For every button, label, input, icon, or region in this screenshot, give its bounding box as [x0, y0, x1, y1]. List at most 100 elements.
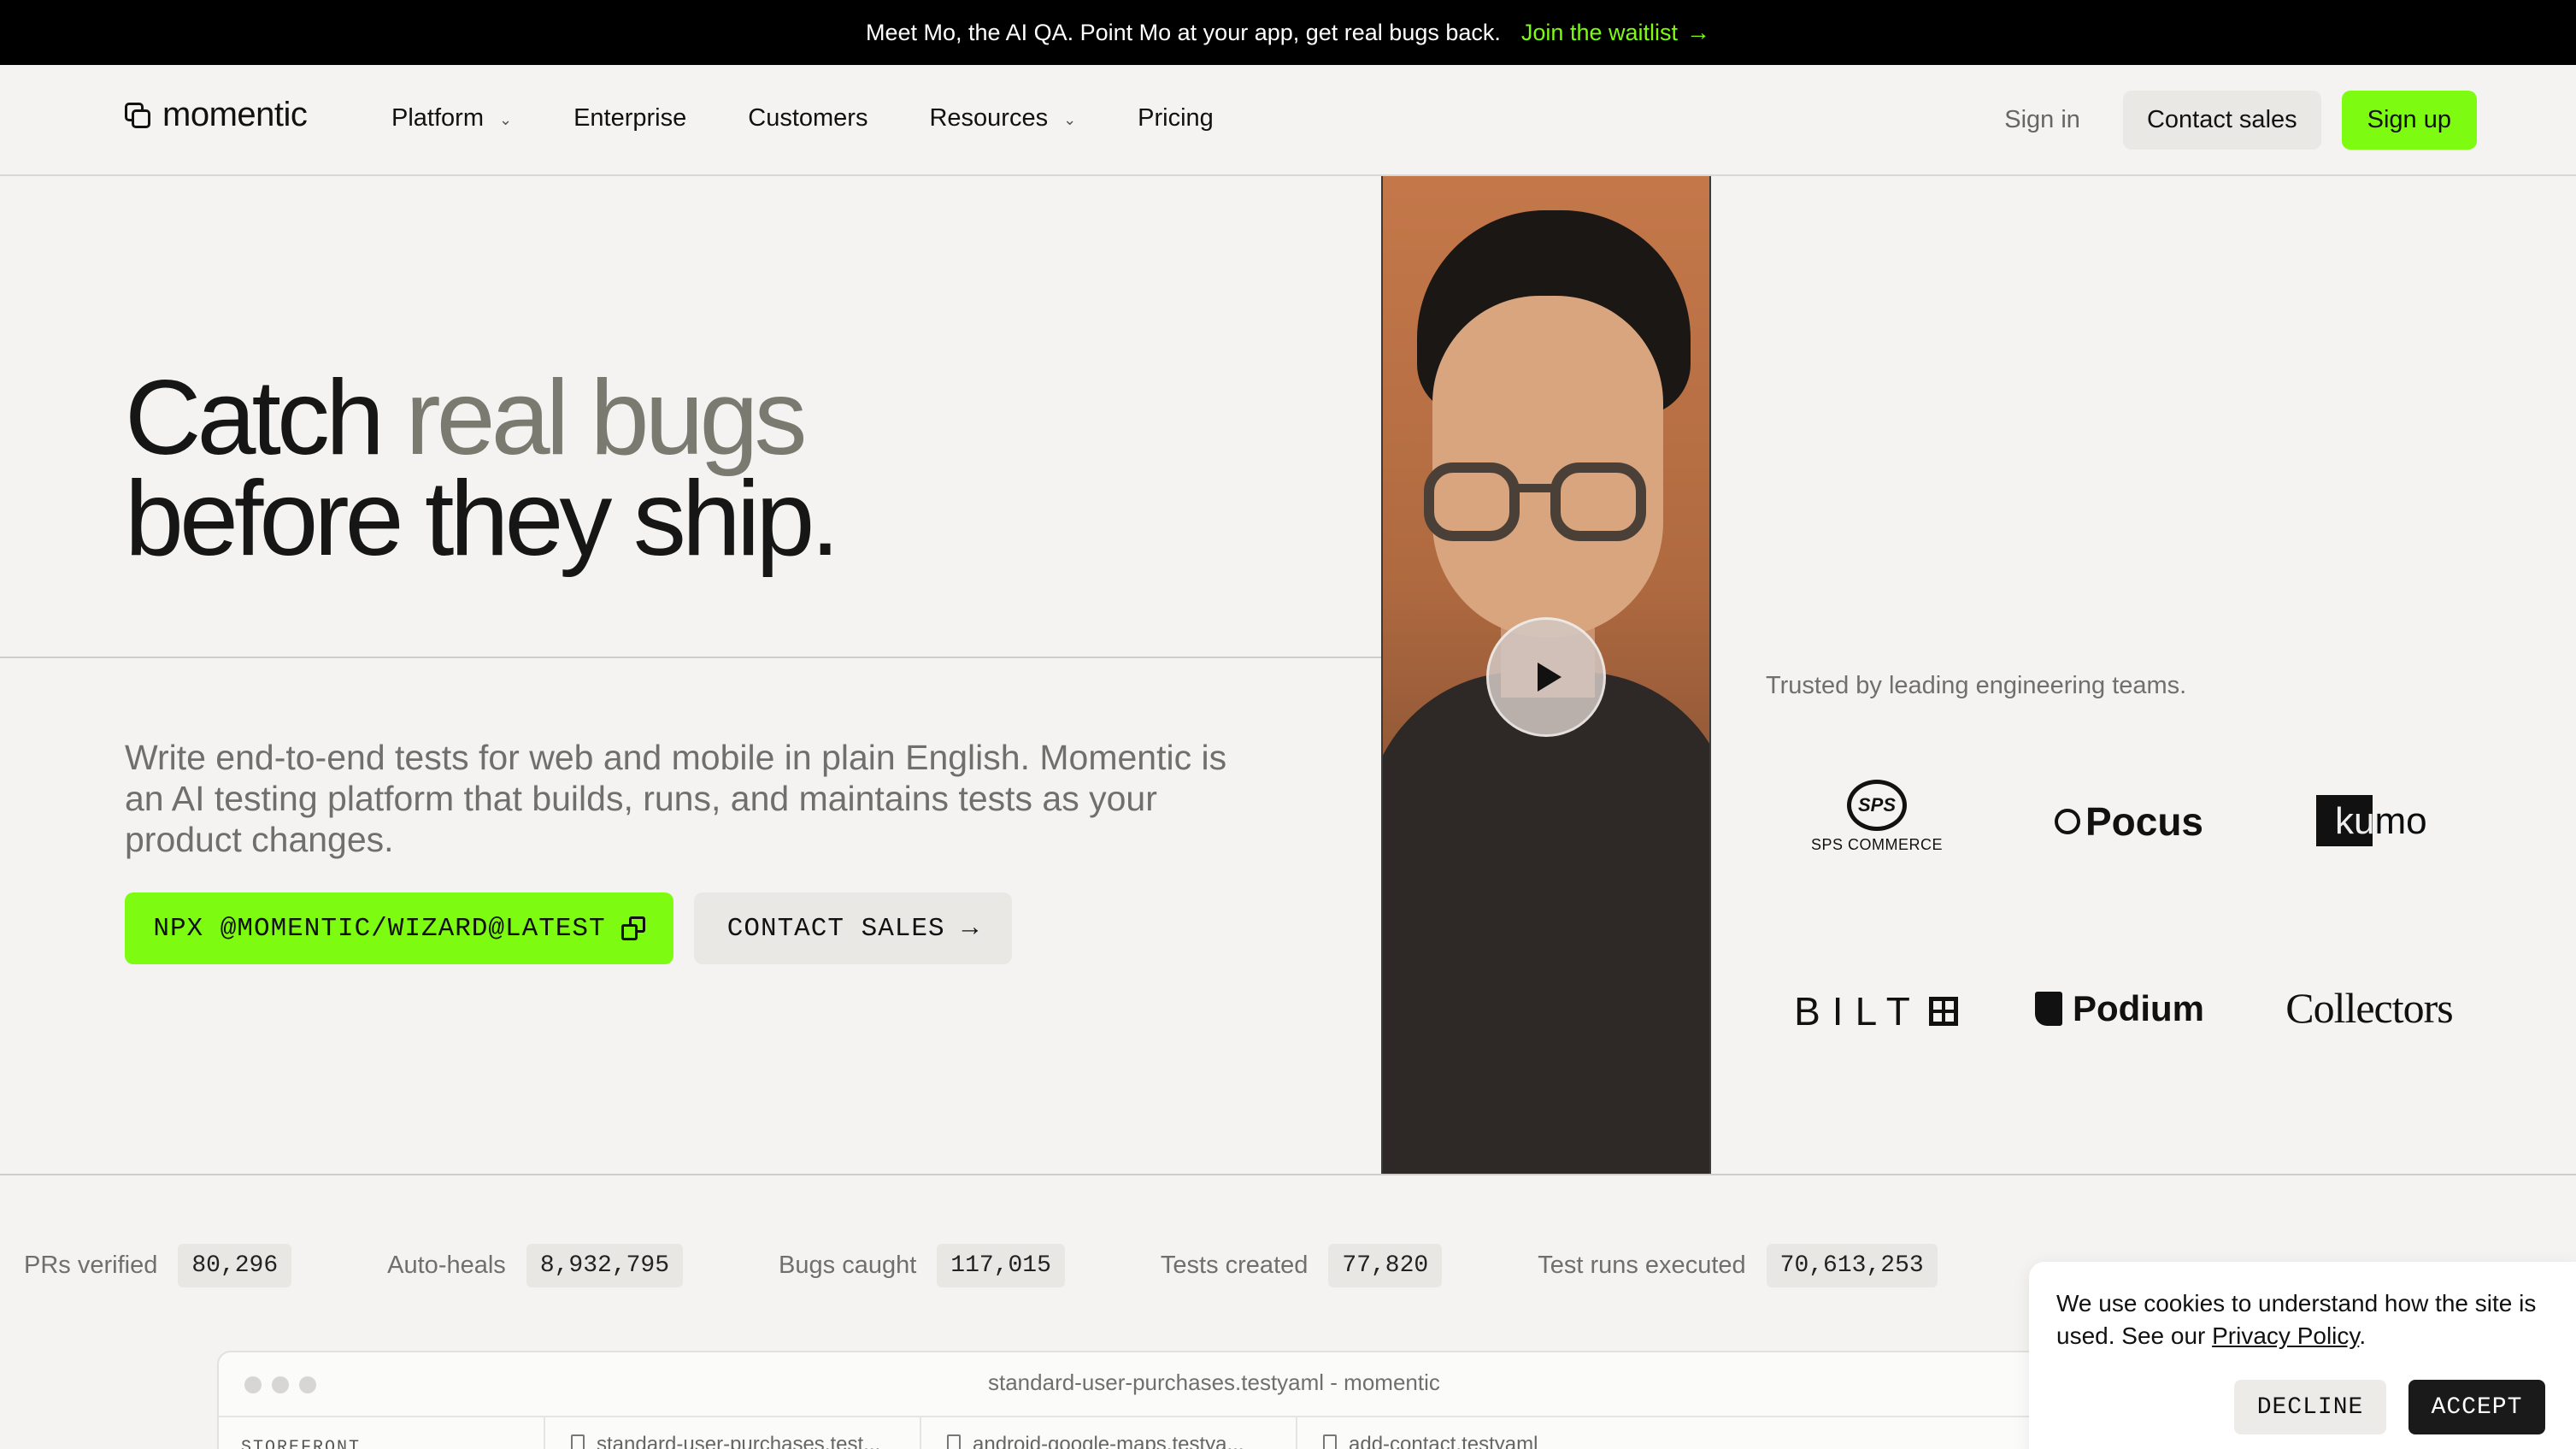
hero-video[interactable] — [1381, 176, 1711, 1175]
editor-title: standard-user-purchases.testyaml - momen… — [988, 1369, 1440, 1395]
cookie-banner: We use cookies to understand how the sit… — [2029, 1262, 2576, 1449]
editor-tab[interactable]: add-contact.testyaml — [1296, 1417, 1672, 1449]
editor-tab-label: android-google-maps.testya... — [973, 1433, 1244, 1449]
cookie-text: We use cookies to understand how the sit… — [2056, 1287, 2549, 1352]
pocus-logo-mark — [2054, 809, 2080, 834]
nav-item-label: Enterprise — [573, 104, 687, 132]
collectors-logo: Collectors — [2275, 983, 2463, 1033]
stat-test-runs-executed: Test runs executed 70,613,253 — [1538, 1244, 1938, 1287]
editor-tabs: standard-user-purchases.test... android-… — [544, 1417, 1672, 1449]
stat-value: 117,015 — [937, 1244, 1065, 1287]
npx-wizard-label: NPX @MOMENTIC/WIZARD@LATEST — [153, 913, 606, 944]
nav-item-label: Pricing — [1138, 104, 1214, 132]
bilt-logo-mark — [1928, 997, 1958, 1026]
privacy-policy-link[interactable]: Privacy Policy — [2212, 1322, 2359, 1349]
chevron-down-icon: ⌄ — [1063, 111, 1077, 128]
stat-bugs-caught: Bugs caught 117,015 — [779, 1244, 1065, 1287]
file-icon — [571, 1434, 585, 1449]
logo-text: momentic — [162, 96, 308, 133]
stat-value: 8,932,795 — [526, 1244, 684, 1287]
bilt-logo: BILT — [1786, 988, 1966, 1034]
nav-item-enterprise[interactable]: Enterprise — [573, 104, 686, 133]
editor-sidebar-label: STOREFRONT — [241, 1438, 362, 1449]
editor-tab-label: standard-user-purchases.test... — [597, 1433, 881, 1449]
sps-logo-text: SPS COMMERCE — [1810, 836, 1944, 853]
divider — [0, 657, 1381, 658]
divider — [0, 1174, 2576, 1175]
arrow-right-icon: → — [962, 913, 979, 944]
stat-label: PRs verified — [24, 1252, 158, 1279]
pocus-logo: Pocus — [2048, 798, 2210, 845]
stat-value: 70,613,253 — [1766, 1244, 1938, 1287]
join-waitlist-link[interactable]: Join the waitlist → — [1521, 19, 1710, 46]
editor-preview: standard-user-purchases.testyaml - momen… — [217, 1351, 2285, 1449]
accept-button[interactable]: ACCEPT — [2408, 1380, 2545, 1434]
hero-contact-sales-label: CONTACT SALES — [726, 913, 945, 944]
glasses-lens-left — [1424, 462, 1520, 541]
nav-item-pricing[interactable]: Pricing — [1138, 104, 1214, 133]
editor-tab-label: add-contact.testyaml — [1349, 1433, 1538, 1449]
stats-ticker: PRs verified 80,296 Auto-heals 8,932,795… — [24, 1244, 2033, 1287]
momentic-logo-icon — [125, 102, 150, 128]
nav-actions: Sign in Contact sales Sign up — [2004, 91, 2477, 150]
glasses-lens-right — [1550, 462, 1646, 541]
chevron-down-icon: ⌄ — [498, 111, 513, 128]
pocus-logo-text: Pocus — [2085, 799, 2204, 844]
editor-tab[interactable]: standard-user-purchases.test... — [544, 1417, 920, 1449]
play-button[interactable] — [1486, 617, 1606, 737]
cookie-period: . — [2359, 1322, 2367, 1349]
stat-label: Auto-heals — [387, 1252, 506, 1279]
collectors-logo-text: Collectors — [2285, 984, 2454, 1032]
kumo-logo: kumo — [2313, 793, 2427, 848]
editor-tab[interactable]: android-google-maps.testya... — [920, 1417, 1296, 1449]
video-person-shirt — [1383, 672, 1709, 1175]
sps-logo-mark: SPS — [1847, 780, 1907, 831]
glasses-bridge — [1518, 484, 1556, 492]
hero-title-line2: before they ship. — [125, 460, 840, 578]
stat-auto-heals: Auto-heals 8,932,795 — [387, 1244, 684, 1287]
stat-value: 80,296 — [178, 1244, 292, 1287]
announcement-text: Meet Mo, the AI QA. Point Mo at your app… — [866, 19, 1501, 45]
contact-sales-button[interactable]: Contact sales — [2122, 91, 2321, 150]
stat-prs-verified: PRs verified 80,296 — [24, 1244, 292, 1287]
decline-button[interactable]: DECLINE — [2234, 1380, 2386, 1434]
nav-item-label: Customers — [748, 104, 868, 132]
cookie-actions: DECLINE ACCEPT — [2234, 1380, 2545, 1434]
announcement-bar: Meet Mo, the AI QA. Point Mo at your app… — [0, 0, 2576, 65]
momentic-logo[interactable]: momentic — [125, 96, 308, 134]
hero-contact-sales-button[interactable]: CONTACT SALES → — [694, 892, 1012, 964]
play-icon — [1538, 663, 1561, 692]
nav-item-platform[interactable]: Platform ⌄ — [391, 104, 512, 133]
stat-label: Tests created — [1160, 1252, 1309, 1279]
stat-label: Bugs caught — [779, 1252, 917, 1279]
podium-logo: Podium — [2034, 988, 2205, 1029]
sign-in-link[interactable]: Sign in — [2004, 106, 2080, 134]
hero-subtitle: Write end-to-end tests for web and mobil… — [125, 738, 1227, 859]
stat-label: Test runs executed — [1538, 1252, 1746, 1279]
hero-title: Catch real bugs before they ship. — [125, 365, 840, 572]
sign-up-button[interactable]: Sign up — [2341, 91, 2477, 150]
copy-icon — [620, 916, 645, 940]
window-controls — [244, 1376, 316, 1393]
bilt-logo-text: BILT — [1794, 989, 1922, 1034]
kumo-logo-text: kumo — [2335, 800, 2427, 842]
podium-logo-mark — [2035, 992, 2062, 1026]
window-dot — [272, 1376, 289, 1393]
podium-logo-text: Podium — [2073, 988, 2204, 1028]
stat-value: 77,820 — [1328, 1244, 1443, 1287]
trusted-heading: Trusted by leading engineering teams. — [1766, 672, 2187, 699]
nav-item-customers[interactable]: Customers — [748, 104, 867, 133]
arrow-right-icon: → — [1686, 19, 1710, 45]
nav-item-resources[interactable]: Resources ⌄ — [929, 104, 1076, 133]
sps-commerce-logo: SPS SPS COMMERCE — [1805, 780, 1949, 854]
stat-tests-created: Tests created 77,820 — [1160, 1244, 1443, 1287]
npx-wizard-button[interactable]: NPX @MOMENTIC/WIZARD@LATEST — [125, 892, 673, 964]
nav-item-label: Resources — [929, 104, 1049, 132]
join-waitlist-label: Join the waitlist — [1520, 19, 1678, 45]
nav-item-label: Platform — [391, 104, 484, 132]
file-icon — [947, 1434, 961, 1449]
window-dot — [299, 1376, 316, 1393]
top-nav: momentic Platform ⌄ Enterprise Customers… — [0, 65, 2576, 176]
file-icon — [1323, 1434, 1337, 1449]
window-dot — [244, 1376, 262, 1393]
